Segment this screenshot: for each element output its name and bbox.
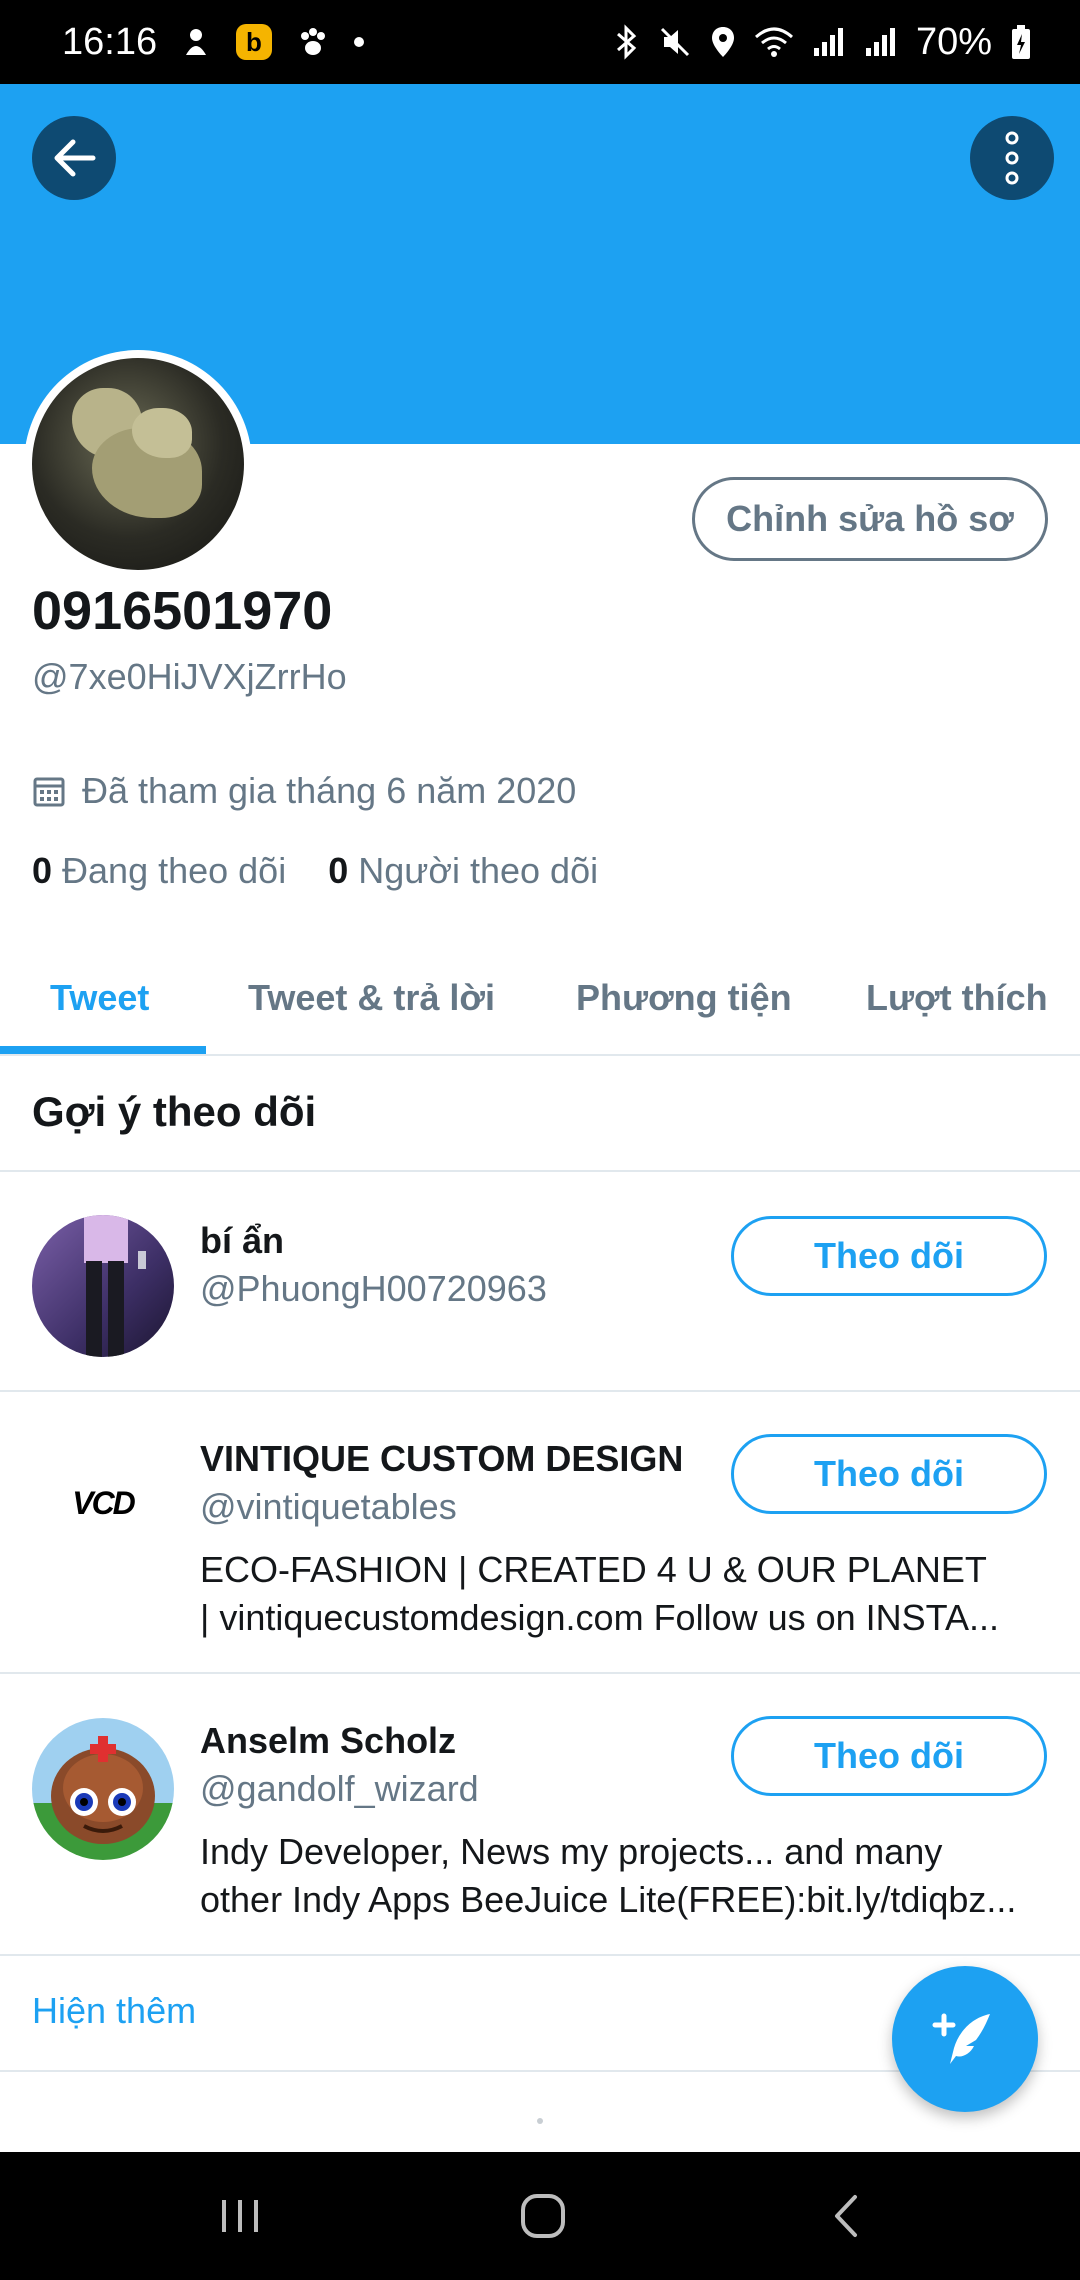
- more-options-button[interactable]: [970, 116, 1054, 200]
- divider: [0, 1954, 1080, 1956]
- following-label: Đang theo dõi: [62, 850, 287, 891]
- tab-media[interactable]: Phương tiện: [576, 940, 792, 1056]
- signal-icon: [812, 26, 846, 58]
- joined-date: Đã tham gia tháng 6 năm 2020: [32, 770, 576, 812]
- chevron-left-icon: [835, 2195, 857, 2237]
- profile-tabs: Tweet Tweet & trả lời Phương tiện Lượt t…: [0, 940, 1080, 1056]
- user-bio-line: Indy Developer, News my projects... and …: [200, 1831, 943, 1872]
- followers-count: 0: [328, 850, 349, 891]
- paw-icon: [297, 26, 329, 58]
- joined-text: Đã tham gia tháng 6 năm 2020: [82, 770, 577, 811]
- home-button[interactable]: [483, 2152, 603, 2280]
- suggested-user[interactable]: bí ẩn @PhuongH00720963 Theo dõi: [0, 1172, 1080, 1390]
- user-handle: @PhuongH00720963: [200, 1268, 547, 1309]
- more-vertical-icon: [1005, 131, 1019, 185]
- followers-label: Người theo dõi: [358, 850, 599, 891]
- tab-likes[interactable]: Lượt thích: [866, 940, 1048, 1056]
- user-handle: @gandolf_wizard: [200, 1768, 479, 1809]
- tab-tweets-replies[interactable]: Tweet & trả lời: [248, 940, 495, 1056]
- user-bio: ECO-FASHION | CREATED 4 U & OUR PLANET |…: [200, 1546, 1050, 1642]
- bluetooth-icon: [614, 24, 640, 60]
- suggested-user[interactable]: VCD VINTIQUE CUSTOM DESIGN @vintiquetabl…: [0, 1392, 1080, 1672]
- user-avatar[interactable]: VCD: [32, 1432, 174, 1574]
- svg-text:b: b: [246, 27, 262, 57]
- notification-icon: [181, 25, 211, 59]
- compose-tweet-button[interactable]: [892, 1966, 1038, 2112]
- profile-handle: @7xe0HiJVXjZrrHo: [32, 656, 347, 697]
- profile-avatar[interactable]: [24, 350, 252, 578]
- follow-stats: 0 Đang theo dõi 0 Người theo dõi: [32, 850, 598, 892]
- follow-button[interactable]: Theo dõi: [731, 1716, 1047, 1796]
- battery-level: 70%: [915, 20, 992, 63]
- wifi-icon: [754, 25, 794, 59]
- who-to-follow-title: Gợi ý theo dõi: [32, 1088, 317, 1135]
- following-stat[interactable]: 0 Đang theo dõi: [32, 850, 286, 892]
- scroll-indicator: [537, 2118, 543, 2124]
- follow-button[interactable]: Theo dõi: [731, 1216, 1047, 1296]
- home-icon: [521, 2194, 565, 2238]
- active-tab-indicator: [0, 1046, 206, 1054]
- back-nav-button[interactable]: [786, 2152, 906, 2280]
- following-count: 0: [32, 850, 53, 891]
- mute-icon: [658, 25, 692, 59]
- user-avatar[interactable]: [32, 1215, 174, 1357]
- arrow-left-icon: [54, 139, 96, 177]
- status-time: 16:16: [62, 20, 158, 63]
- user-name: bí ẩn: [200, 1220, 285, 1261]
- recent-apps-button[interactable]: [180, 2152, 300, 2280]
- show-more-link[interactable]: Hiện thêm: [32, 1990, 196, 2032]
- user-bio: Indy Developer, News my projects... and …: [200, 1828, 1050, 1924]
- follow-button[interactable]: Theo dõi: [731, 1434, 1047, 1514]
- tab-tweet[interactable]: Tweet: [50, 940, 149, 1056]
- suggested-user[interactable]: Anselm Scholz @gandolf_wizard Indy Devel…: [0, 1674, 1080, 1954]
- user-bio-line: other Indy Apps BeeJuice Lite(FREE):bit.…: [200, 1879, 1017, 1920]
- back-button[interactable]: [32, 116, 116, 200]
- dot-icon: [353, 36, 365, 48]
- user-avatar[interactable]: [32, 1718, 174, 1860]
- app-badge-icon: b: [235, 23, 273, 61]
- location-icon: [710, 25, 736, 59]
- battery-charging-icon: [1010, 24, 1032, 60]
- user-bio-line: ECO-FASHION | CREATED 4 U & OUR PLANET: [200, 1549, 987, 1590]
- user-bio-line: | vintiquecustomdesign.com Follow us on …: [200, 1597, 1000, 1638]
- recent-apps-icon: [222, 2200, 258, 2232]
- calendar-icon: [33, 777, 65, 807]
- status-bar: 16:16 b 70%: [0, 0, 1080, 84]
- signal-icon-2: [864, 26, 898, 58]
- vcd-logo: VCD: [72, 1484, 136, 1521]
- followers-stat[interactable]: 0 Người theo dõi: [328, 850, 598, 892]
- profile-display-name: 0916501970: [32, 581, 333, 641]
- user-name: Anselm Scholz: [200, 1720, 457, 1761]
- edit-profile-button[interactable]: Chỉnh sửa hồ sơ: [692, 477, 1048, 561]
- user-name: VINTIQUE CUSTOM DESIGN: [200, 1438, 684, 1479]
- avatar-image: [32, 358, 244, 570]
- user-handle: @vintiquetables: [200, 1486, 457, 1527]
- system-nav-bar: [0, 2152, 1080, 2280]
- compose-tweet-icon: [932, 2013, 990, 2064]
